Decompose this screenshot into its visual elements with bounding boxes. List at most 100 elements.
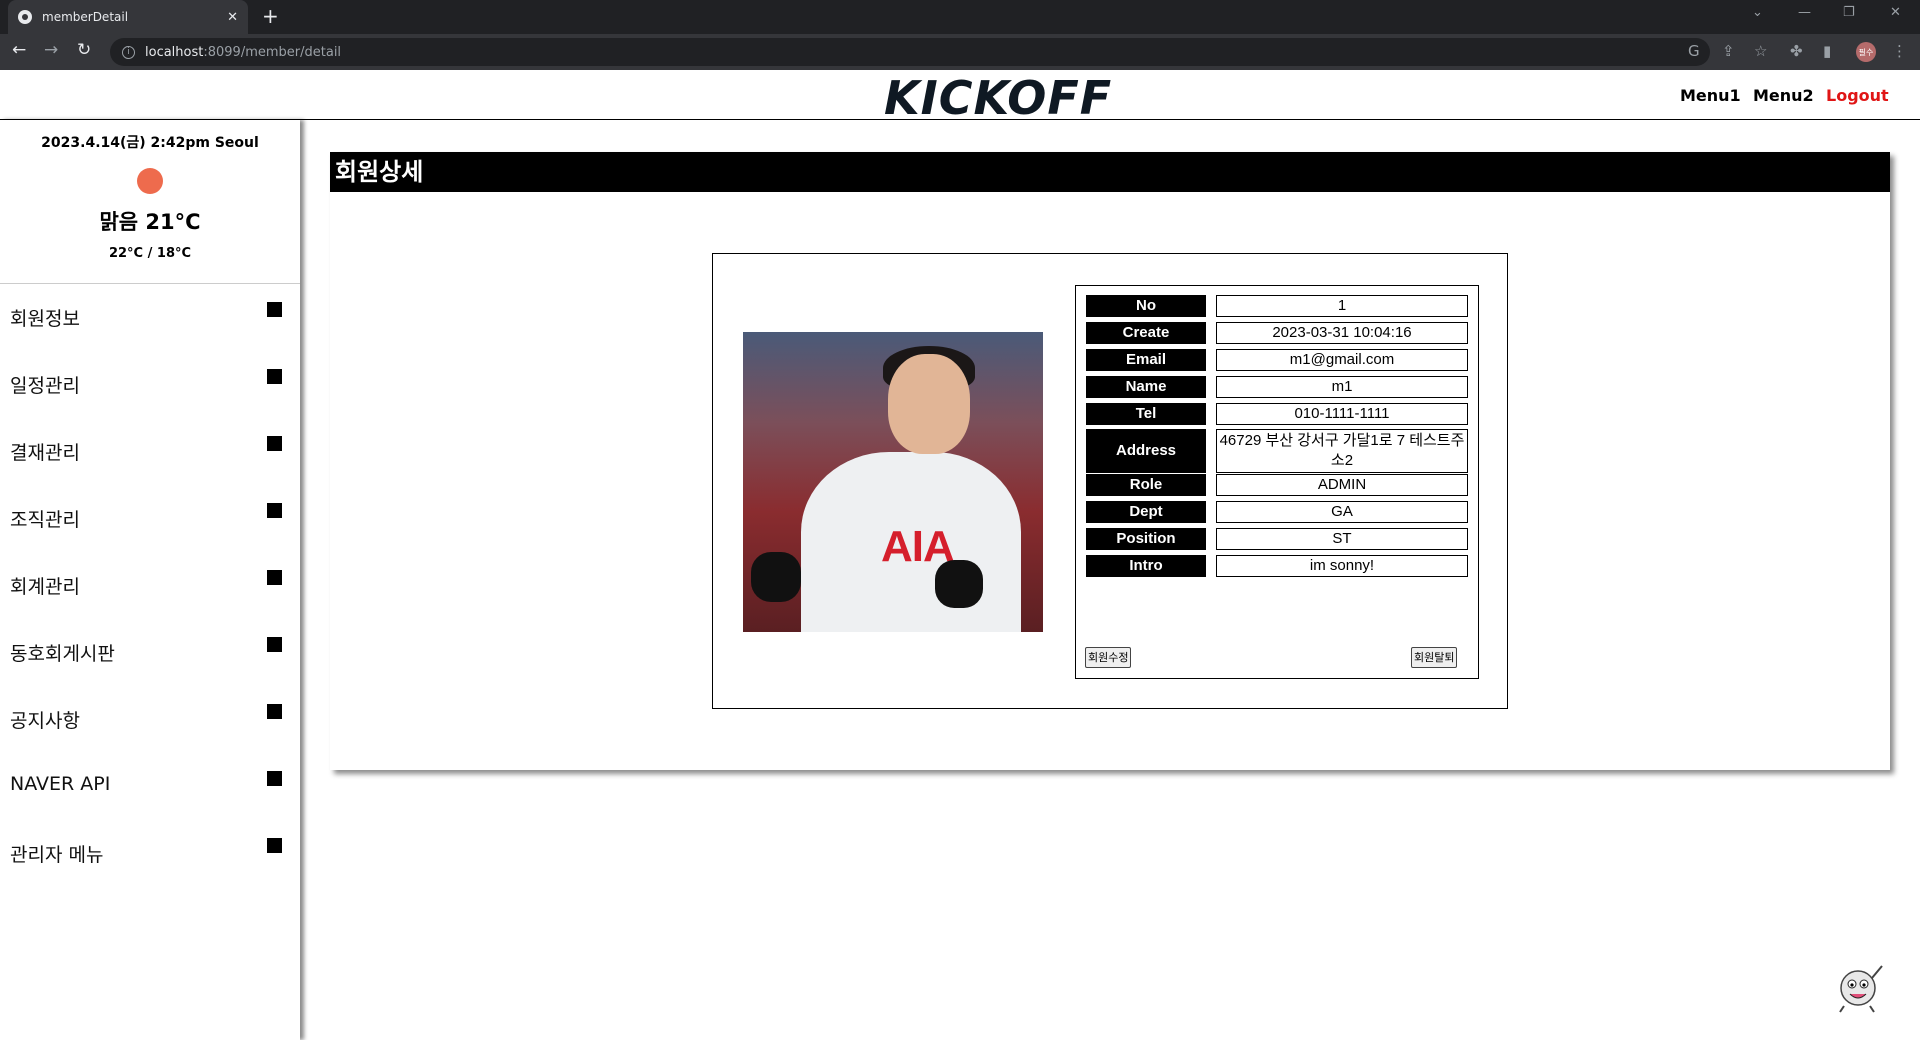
weather-condition: 맑음 21°C xyxy=(99,210,201,234)
sidebar-item-label: 일정관리 xyxy=(10,375,80,397)
sidebar-item-accounting[interactable]: 회계관리 xyxy=(0,552,300,619)
sidebar-item-notice[interactable]: 공지사항 xyxy=(0,686,300,753)
minimize-icon[interactable]: — xyxy=(1798,5,1811,20)
site-header: KICKOFF Menu1 Menu2 Logout xyxy=(0,70,1920,125)
sidebar-item-member-info[interactable]: 회원정보 xyxy=(0,284,300,351)
sidebar-item-label: 동호회게시판 xyxy=(10,643,115,665)
field-value: 46729 부산 강서구 가달1로 7 테스트주소2 xyxy=(1216,429,1468,473)
extensions-icon[interactable]: ✤ xyxy=(1790,42,1803,60)
member-detail-card: AIA No 1 Create 2023-03-31 10:04:16 Emai… xyxy=(712,253,1508,709)
google-icon[interactable]: G xyxy=(1688,42,1700,60)
nav-menu2[interactable]: Menu2 xyxy=(1753,86,1814,105)
sidebar-item-naver-api[interactable]: NAVER API xyxy=(0,753,300,820)
sidebar-item-label: NAVER API xyxy=(10,773,111,795)
field-value: 2023-03-31 10:04:16 xyxy=(1216,322,1468,344)
sidebar-item-label: 회원정보 xyxy=(10,308,80,330)
logout-link[interactable]: Logout xyxy=(1826,86,1889,105)
field-row-tel: Tel 010-1111-1111 xyxy=(1086,403,1470,425)
sidebar-item-approval[interactable]: 결재관리 xyxy=(0,418,300,485)
square-icon xyxy=(267,771,282,786)
edit-member-button[interactable]: 회원수정 xyxy=(1085,647,1132,668)
square-icon xyxy=(267,570,282,585)
field-row-role: Role ADMIN xyxy=(1086,474,1470,496)
sidebar: 2023.4.14(금) 2:42pm Seoul 맑음 21°C 22°C /… xyxy=(0,120,300,1040)
square-icon xyxy=(267,838,282,853)
sidebar-item-label: 관리자 메뉴 xyxy=(10,844,104,866)
field-row-position: Position ST xyxy=(1086,528,1470,550)
field-row-address: Address 46729 부산 강서구 가달1로 7 테스트주소2 xyxy=(1086,429,1470,473)
sidebar-item-label: 결재관리 xyxy=(10,442,80,464)
square-icon xyxy=(267,503,282,518)
field-label: No xyxy=(1086,295,1206,317)
address-bar[interactable]: i localhost:8099/member/detail xyxy=(110,38,1710,66)
url-path: :8099/member/detail xyxy=(203,44,342,60)
withdraw-member-button[interactable]: 회원탈퇴 xyxy=(1411,647,1458,668)
field-value: 010-1111-1111 xyxy=(1216,403,1468,425)
globe-icon xyxy=(18,10,32,24)
window-close-icon[interactable]: ✕ xyxy=(1890,5,1901,20)
sidebar-item-label: 공지사항 xyxy=(10,710,80,732)
tab-title: memberDetail xyxy=(42,10,129,24)
field-label: Create xyxy=(1086,322,1206,344)
site-logo[interactable]: KICKOFF xyxy=(884,71,1112,125)
reload-icon[interactable]: ↻ xyxy=(77,40,91,60)
photo-face xyxy=(888,354,970,454)
sidebar-item-organization[interactable]: 조직관리 xyxy=(0,485,300,552)
site-info-icon[interactable]: i xyxy=(122,45,135,59)
field-label: Dept xyxy=(1086,501,1206,523)
tab-search-icon[interactable]: ⌄ xyxy=(1752,5,1763,20)
square-icon xyxy=(267,436,282,451)
back-icon[interactable]: ← xyxy=(12,40,26,60)
bookmark-star-icon[interactable]: ☆ xyxy=(1754,42,1767,60)
page-title: 회원상세 xyxy=(330,152,1890,192)
sun-icon xyxy=(137,168,163,194)
browser-tab[interactable]: memberDetail ✕ xyxy=(8,0,248,34)
sidebar-item-admin-menu[interactable]: 관리자 메뉴 xyxy=(0,820,300,887)
weather-date: 2023.4.14(금) 2:42pm Seoul xyxy=(41,135,259,151)
weather-range: 22°C / 18°C xyxy=(108,246,192,261)
profile-avatar[interactable]: 필수 xyxy=(1856,42,1876,62)
field-value: 1 xyxy=(1216,295,1468,317)
sidebar-item-schedule[interactable]: 일정관리 xyxy=(0,351,300,418)
field-value: ST xyxy=(1216,528,1468,550)
member-info-table: No 1 Create 2023-03-31 10:04:16 Email m1… xyxy=(1075,285,1479,679)
field-label: Position xyxy=(1086,528,1206,550)
field-value: im sonny! xyxy=(1216,555,1468,577)
photo-glove-right xyxy=(935,560,983,608)
field-value: GA xyxy=(1216,501,1468,523)
photo-glove-left xyxy=(751,552,801,602)
mascot-icon[interactable] xyxy=(1836,962,1886,1014)
field-row-intro: Intro im sonny! xyxy=(1086,555,1470,577)
share-icon[interactable]: ⇪ xyxy=(1722,42,1735,60)
field-row-email: Email m1@gmail.com xyxy=(1086,349,1470,371)
browser-tab-bar: memberDetail ✕ + ⌄ — ❐ ✕ xyxy=(0,0,1920,34)
url-host: localhost xyxy=(145,44,204,60)
browser-toolbar: ← → ↻ i localhost:8099/member/detail G ⇪… xyxy=(0,34,1920,70)
weather-widget: 2023.4.14(금) 2:42pm Seoul 맑음 21°C 22°C /… xyxy=(0,120,300,284)
forward-icon[interactable]: → xyxy=(44,40,58,60)
restore-icon[interactable]: ❐ xyxy=(1843,5,1855,20)
close-tab-icon[interactable]: ✕ xyxy=(227,10,238,25)
member-photo: AIA xyxy=(743,332,1043,632)
nav-menu1[interactable]: Menu1 xyxy=(1680,86,1741,105)
square-icon xyxy=(267,369,282,384)
field-label: Role xyxy=(1086,474,1206,496)
field-row-no: No 1 xyxy=(1086,295,1470,317)
field-label: Tel xyxy=(1086,403,1206,425)
sidebar-item-label: 조직관리 xyxy=(10,509,80,531)
new-tab-button[interactable]: + xyxy=(262,4,279,28)
sidebar-item-club-board[interactable]: 동호회게시판 xyxy=(0,619,300,686)
side-panel-icon[interactable]: ▮ xyxy=(1823,42,1831,60)
field-label: Email xyxy=(1086,349,1206,371)
field-row-dept: Dept GA xyxy=(1086,501,1470,523)
field-row-create: Create 2023-03-31 10:04:16 xyxy=(1086,322,1470,344)
field-label: Address xyxy=(1086,429,1206,473)
field-value: m1@gmail.com xyxy=(1216,349,1468,371)
field-label: Intro xyxy=(1086,555,1206,577)
square-icon xyxy=(267,637,282,652)
field-row-name: Name m1 xyxy=(1086,376,1470,398)
square-icon xyxy=(267,704,282,719)
field-value: m1 xyxy=(1216,376,1468,398)
browser-menu-icon[interactable]: ⋮ xyxy=(1892,42,1907,60)
square-icon xyxy=(267,302,282,317)
